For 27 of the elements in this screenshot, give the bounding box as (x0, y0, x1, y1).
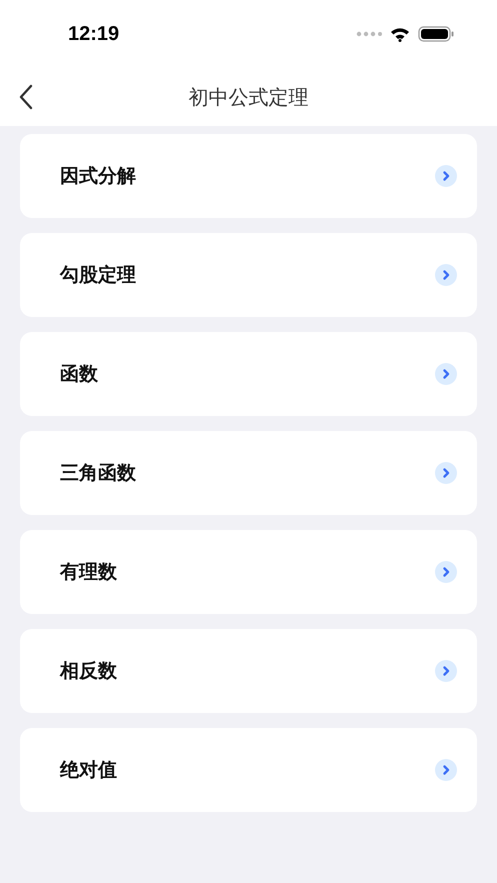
item-label: 绝对值 (60, 759, 117, 783)
list-item[interactable]: 三角函数 (20, 431, 477, 515)
wifi-icon (390, 26, 410, 42)
list-item[interactable]: 相反数 (20, 629, 477, 713)
list-item[interactable]: 勾股定理 (20, 233, 477, 317)
item-label: 相反数 (60, 660, 117, 684)
status-time: 12:19 (68, 22, 120, 46)
battery-icon (418, 26, 454, 42)
list-item[interactable]: 有理数 (20, 530, 477, 614)
page-title: 初中公式定理 (188, 86, 308, 110)
chevron-icon (435, 660, 457, 682)
item-label: 函数 (60, 363, 98, 387)
list-item[interactable]: 因式分解 (20, 134, 477, 218)
chevron-icon (435, 759, 457, 781)
chevron-icon (435, 165, 457, 187)
list-item[interactable]: 函数 (20, 332, 477, 416)
signal-icon (356, 31, 382, 37)
item-label: 勾股定理 (60, 264, 136, 288)
list-item[interactable]: 绝对值 (20, 728, 477, 812)
chevron-icon (435, 363, 457, 385)
back-icon[interactable] (19, 84, 33, 110)
item-label: 有理数 (60, 561, 117, 585)
chevron-icon (435, 561, 457, 583)
chevron-icon (435, 264, 457, 286)
item-label: 三角函数 (60, 462, 136, 486)
chevron-icon (435, 462, 457, 484)
item-label: 因式分解 (60, 165, 136, 189)
